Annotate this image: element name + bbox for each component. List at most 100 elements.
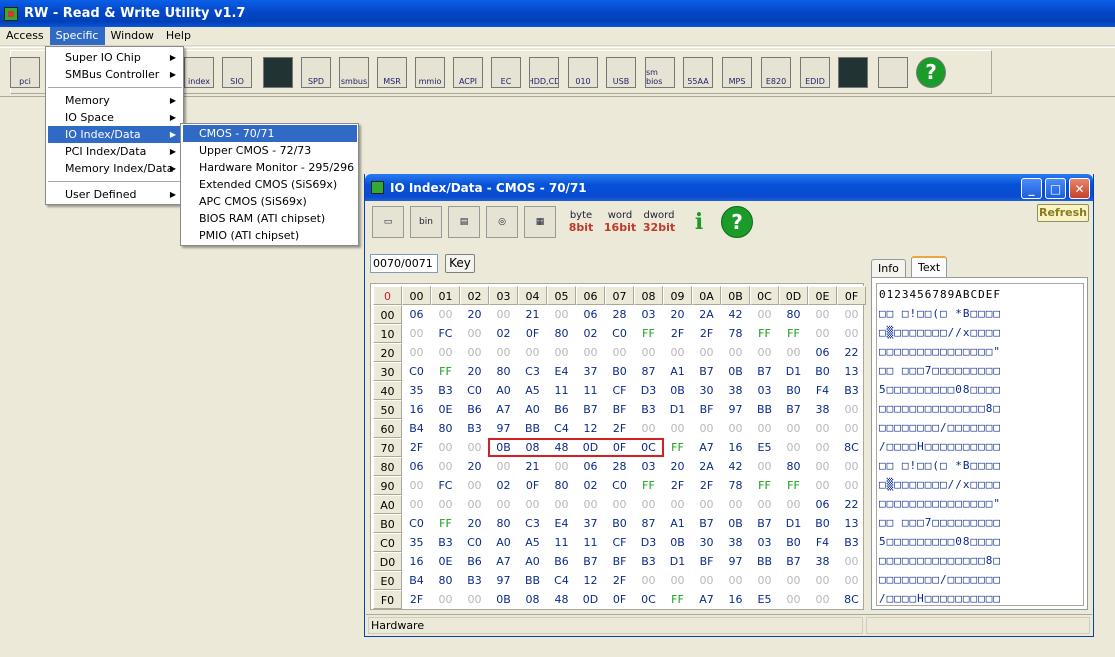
hex-cell[interactable]: 00	[779, 343, 808, 362]
hex-cell[interactable]: B0	[779, 381, 808, 400]
hex-cell[interactable]: 06	[402, 457, 431, 476]
hex-cell[interactable]: 00	[837, 419, 866, 438]
hex-cell[interactable]: 38	[721, 381, 750, 400]
hex-cell[interactable]: 00	[808, 324, 837, 343]
hex-cell[interactable]: 00	[692, 343, 721, 362]
menu-help[interactable]: Help	[160, 27, 197, 45]
hex-cell[interactable]: 00	[779, 438, 808, 457]
hex-cell[interactable]: 00	[721, 495, 750, 514]
hex-cell[interactable]: 00	[692, 419, 721, 438]
hex-cell[interactable]: 0F	[605, 590, 634, 609]
hex-cell[interactable]: 80	[547, 324, 576, 343]
hex-cell[interactable]: 28	[605, 305, 634, 324]
info-icon[interactable]: i	[683, 206, 715, 238]
hex-cell[interactable]: E4	[547, 514, 576, 533]
hex-cell[interactable]: B6	[547, 400, 576, 419]
refresh-button[interactable]: Refresh	[1037, 204, 1089, 222]
hex-cell[interactable]: 00	[605, 495, 634, 514]
tab-text[interactable]: Text	[911, 256, 948, 278]
hex-cell[interactable]: FF	[663, 438, 692, 457]
hex-cell[interactable]: B3	[431, 533, 460, 552]
hex-cell[interactable]: 42	[721, 305, 750, 324]
hex-cell[interactable]: 00	[402, 476, 431, 495]
hex-cell[interactable]: C4	[547, 419, 576, 438]
hex-cell[interactable]: 00	[547, 495, 576, 514]
hex-cell[interactable]: 2F	[692, 476, 721, 495]
hex-cell[interactable]: C0	[402, 362, 431, 381]
hex-cell[interactable]: 00	[721, 419, 750, 438]
hex-cell[interactable]: 00	[460, 324, 489, 343]
hex-cell[interactable]: C4	[547, 571, 576, 590]
hex-cell[interactable]: 16	[402, 400, 431, 419]
hex-cell[interactable]: 00	[634, 343, 663, 362]
byte-8bit-button[interactable]: byte 8bit	[565, 206, 597, 238]
hex-cell[interactable]: 97	[489, 571, 518, 590]
hex-cell[interactable]: 00	[837, 305, 866, 324]
hex-cell[interactable]: 00	[518, 495, 547, 514]
hex-cell[interactable]: 00	[750, 305, 779, 324]
hex-cell[interactable]: A5	[518, 533, 547, 552]
hex-cell[interactable]: 00	[402, 495, 431, 514]
hex-cell[interactable]: 2F	[402, 438, 431, 457]
mmio-icon[interactable]: mmio	[415, 57, 445, 88]
hex-cell[interactable]: 00	[663, 343, 692, 362]
hex-cell[interactable]: 12	[576, 571, 605, 590]
hex-cell[interactable]: A7	[692, 590, 721, 609]
hex-cell[interactable]: A1	[663, 362, 692, 381]
hex-cell[interactable]: 00	[721, 343, 750, 362]
key-button[interactable]: Key	[445, 254, 475, 273]
hex-cell[interactable]: D1	[779, 362, 808, 381]
port-010-icon[interactable]: 010	[568, 57, 598, 88]
text-view[interactable]: 0123456789ABCDEF □□ □!□□(□ *B□□□□ □▒□□□□□□…	[876, 283, 1084, 606]
hex-cell[interactable]: 87	[634, 514, 663, 533]
sio-icon[interactable]: SIO	[222, 57, 252, 88]
hex-cell[interactable]: 03	[634, 305, 663, 324]
hex-cell[interactable]: A0	[518, 400, 547, 419]
menu-item-smbus-controller[interactable]: SMBus Controller ▶	[48, 66, 182, 83]
hex-cell[interactable]: 21	[518, 305, 547, 324]
hex-cell[interactable]: D1	[663, 400, 692, 419]
hex-cell[interactable]: BB	[518, 419, 547, 438]
hex-cell[interactable]: B7	[692, 514, 721, 533]
hex-cell[interactable]: 22	[837, 495, 866, 514]
hex-grid[interactable]: 0 00 01 02 03 04 05 06 07 08 09 0A 0B 0C 0D 0E 0F 00 06 00 2…	[370, 283, 866, 610]
hex-cell[interactable]: 11	[576, 381, 605, 400]
hex-cell[interactable]: 28	[605, 457, 634, 476]
hex-cell[interactable]: 2F	[402, 590, 431, 609]
hex-cell[interactable]: 0F	[518, 476, 547, 495]
hex-cell[interactable]: FF	[779, 324, 808, 343]
hex-cell[interactable]: 00	[431, 343, 460, 362]
hex-cell[interactable]: 0B	[489, 438, 518, 457]
msr-icon[interactable]: MSR	[377, 57, 407, 88]
hex-cell[interactable]: A7	[692, 438, 721, 457]
close-button[interactable]: ✕	[1069, 178, 1090, 199]
hex-cell[interactable]: 0B	[489, 590, 518, 609]
hex-cell[interactable]: B7	[750, 362, 779, 381]
help-icon[interactable]: ?	[721, 206, 753, 238]
hex-cell[interactable]: 37	[576, 362, 605, 381]
hex-cell[interactable]: 00	[518, 343, 547, 362]
menu-item-io-index-data[interactable]: IO Index/Data ▶	[48, 126, 182, 143]
hex-cell[interactable]: F4	[808, 381, 837, 400]
hex-cell[interactable]: FF	[431, 514, 460, 533]
hex-cell[interactable]: 00	[489, 457, 518, 476]
submenu-item-bios-ram[interactable]: BIOS RAM (ATI chipset)	[183, 210, 357, 227]
submenu-item-cmos-70-71[interactable]: CMOS - 70/71	[183, 125, 357, 142]
menu-item-super-io-chip[interactable]: Super IO Chip ▶	[48, 49, 182, 66]
hex-cell[interactable]: 16	[402, 552, 431, 571]
hex-cell[interactable]: 22	[837, 343, 866, 362]
hex-cell[interactable]: 97	[489, 419, 518, 438]
hex-cell[interactable]: B0	[605, 514, 634, 533]
hex-cell[interactable]: BF	[605, 552, 634, 571]
hex-cell[interactable]: 30	[692, 381, 721, 400]
hex-cell[interactable]: B0	[808, 362, 837, 381]
hex-cell[interactable]: FF	[779, 476, 808, 495]
hex-cell[interactable]: C3	[518, 514, 547, 533]
hex-cell[interactable]: 0D	[576, 438, 605, 457]
submenu-item-extended-cmos[interactable]: Extended CMOS (SiS69x)	[183, 176, 357, 193]
hex-cell[interactable]: 00	[808, 476, 837, 495]
hex-cell[interactable]: D3	[634, 381, 663, 400]
hex-cell[interactable]: 80	[431, 571, 460, 590]
hex-cell[interactable]: FF	[634, 324, 663, 343]
hex-cell[interactable]: 20	[460, 514, 489, 533]
